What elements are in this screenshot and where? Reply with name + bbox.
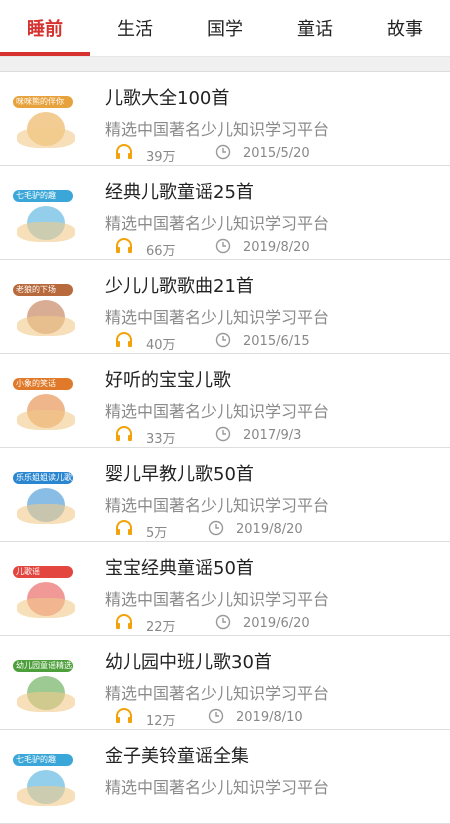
album-subtitle: 精选中国著名少儿知识学习平台 — [105, 778, 330, 797]
album-subtitle: 精选中国著名少儿知识学习平台 — [105, 496, 330, 515]
tab-label: 睡前 — [27, 19, 63, 40]
publish-date: 2015/5/20 — [243, 146, 310, 161]
tab-tonghua[interactable]: 童话 — [270, 0, 360, 56]
album-cover-art — [17, 504, 75, 524]
album-meta: 12万 2019/8/10 — [115, 708, 435, 729]
album-cover-label: 乐乐姐姐读儿歌 — [13, 472, 73, 484]
album-subtitle: 精选中国著名少儿知识学习平台 — [105, 402, 330, 421]
play-count: 22万 — [146, 620, 176, 635]
album-subtitle: 精选中国著名少儿知识学习平台 — [105, 120, 330, 139]
clock-icon — [208, 520, 224, 536]
list-item[interactable]: 老狼的下场 少儿儿歌歌曲21首 精选中国著名少儿知识学习平台 40万 2015/… — [0, 260, 450, 354]
album-subtitle: 精选中国著名少儿知识学习平台 — [105, 214, 330, 233]
album-cover-art — [17, 598, 75, 618]
album-cover-label: 七毛驴的趣 — [13, 190, 73, 202]
publish-date: 2019/8/20 — [243, 240, 310, 255]
album-list: 咪咪熊的伴你 儿歌大全100首 精选中国著名少儿知识学习平台 39万 2015/… — [0, 72, 450, 824]
publish-date: 2017/9/3 — [243, 428, 302, 443]
play-count: 33万 — [146, 432, 176, 447]
publish-date: 2019/6/20 — [243, 616, 310, 631]
album-title: 金子美铃童谣全集 — [105, 746, 249, 767]
list-item[interactable]: 儿歌谣 宝宝经典童谣50首 精选中国著名少儿知识学习平台 22万 2019/6/… — [0, 542, 450, 636]
album-title: 婴儿早教儿歌50首 — [105, 464, 254, 485]
album-cover: 老狼的下场 — [13, 280, 79, 340]
clock-icon — [215, 238, 231, 254]
album-cover-label: 咪咪熊的伴你 — [13, 96, 73, 108]
album-title: 少儿儿歌歌曲21首 — [105, 276, 254, 297]
active-tab-indicator — [0, 52, 90, 56]
list-item[interactable]: 七毛驴的趣 经典儿歌童谣25首 精选中国著名少儿知识学习平台 66万 2019/… — [0, 166, 450, 260]
tab-label: 国学 — [207, 19, 243, 40]
headphones-icon — [116, 614, 132, 629]
category-tab-bar: 睡前 生活 国学 童话 故事 — [0, 0, 450, 57]
album-title: 经典儿歌童谣25首 — [105, 182, 254, 203]
section-divider — [0, 57, 450, 72]
headphones-icon — [116, 238, 132, 253]
tab-shuiqian[interactable]: 睡前 — [0, 0, 90, 56]
album-cover-label: 七毛驴的趣 — [13, 754, 73, 766]
tab-label: 生活 — [117, 19, 153, 40]
play-count: 66万 — [146, 244, 176, 259]
tab-shenghuo[interactable]: 生活 — [90, 0, 180, 56]
album-cover-art — [17, 316, 75, 336]
list-item[interactable]: 小象的笑话 好听的宝宝儿歌 精选中国著名少儿知识学习平台 33万 2017/9/… — [0, 354, 450, 448]
album-cover-label: 幼儿园童谣精选 — [13, 660, 73, 672]
clock-icon — [215, 426, 231, 442]
album-title: 宝宝经典童谣50首 — [105, 558, 254, 579]
list-item[interactable]: 咪咪熊的伴你 儿歌大全100首 精选中国著名少儿知识学习平台 39万 2015/… — [0, 72, 450, 166]
album-subtitle: 精选中国著名少儿知识学习平台 — [105, 684, 330, 703]
album-cover-art — [17, 786, 75, 806]
list-item[interactable]: 幼儿园童谣精选 幼儿园中班儿歌30首 精选中国著名少儿知识学习平台 12万 20… — [0, 636, 450, 730]
publish-date: 2019/8/20 — [236, 522, 303, 537]
publish-date: 2015/6/15 — [243, 334, 310, 349]
play-count: 5万 — [146, 526, 168, 541]
album-cover-art — [17, 692, 75, 712]
album-cover: 咪咪熊的伴你 — [13, 92, 79, 152]
album-meta: 5万 2019/8/20 — [115, 520, 435, 541]
tab-gushi[interactable]: 故事 — [360, 0, 450, 56]
album-title: 儿歌大全100首 — [105, 88, 230, 109]
play-count: 39万 — [146, 150, 176, 165]
album-cover-label: 老狼的下场 — [13, 284, 73, 296]
album-subtitle: 精选中国著名少儿知识学习平台 — [105, 590, 330, 609]
album-cover: 儿歌谣 — [13, 562, 79, 622]
clock-icon — [215, 614, 231, 630]
album-cover-art — [17, 222, 75, 242]
album-cover-label: 小象的笑话 — [13, 378, 73, 390]
album-cover: 小象的笑话 — [13, 374, 79, 434]
list-item[interactable]: 乐乐姐姐读儿歌 婴儿早教儿歌50首 精选中国著名少儿知识学习平台 5万 2019… — [0, 448, 450, 542]
headphones-icon — [116, 332, 132, 347]
album-cover-art — [17, 410, 75, 430]
play-count: 40万 — [146, 338, 176, 353]
album-cover-art — [17, 128, 75, 148]
album-title: 好听的宝宝儿歌 — [105, 370, 231, 391]
clock-icon — [215, 332, 231, 348]
album-title: 幼儿园中班儿歌30首 — [105, 652, 272, 673]
list-item[interactable]: 七毛驴的趣 金子美铃童谣全集 精选中国著名少儿知识学习平台 — [0, 730, 450, 824]
publish-date: 2019/8/10 — [236, 710, 303, 725]
clock-icon — [208, 708, 224, 724]
album-meta: 66万 2019/8/20 — [115, 238, 435, 259]
album-meta: 39万 2015/5/20 — [115, 144, 435, 165]
clock-icon — [215, 144, 231, 160]
album-cover-label: 儿歌谣 — [13, 566, 73, 578]
play-count: 12万 — [146, 714, 176, 729]
album-subtitle: 精选中国著名少儿知识学习平台 — [105, 308, 330, 327]
headphones-icon — [116, 520, 132, 535]
album-meta: 22万 2019/6/20 — [115, 614, 435, 635]
tab-guoxue[interactable]: 国学 — [180, 0, 270, 56]
tab-label: 故事 — [387, 19, 423, 40]
album-meta: 40万 2015/6/15 — [115, 332, 435, 353]
headphones-icon — [116, 708, 132, 723]
headphones-icon — [116, 426, 132, 441]
album-cover: 幼儿园童谣精选 — [13, 656, 79, 716]
headphones-icon — [116, 144, 132, 159]
tab-label: 童话 — [297, 19, 333, 40]
album-cover: 乐乐姐姐读儿歌 — [13, 468, 79, 528]
album-cover: 七毛驴的趣 — [13, 186, 79, 246]
album-cover: 七毛驴的趣 — [13, 750, 79, 810]
album-meta: 33万 2017/9/3 — [115, 426, 435, 447]
